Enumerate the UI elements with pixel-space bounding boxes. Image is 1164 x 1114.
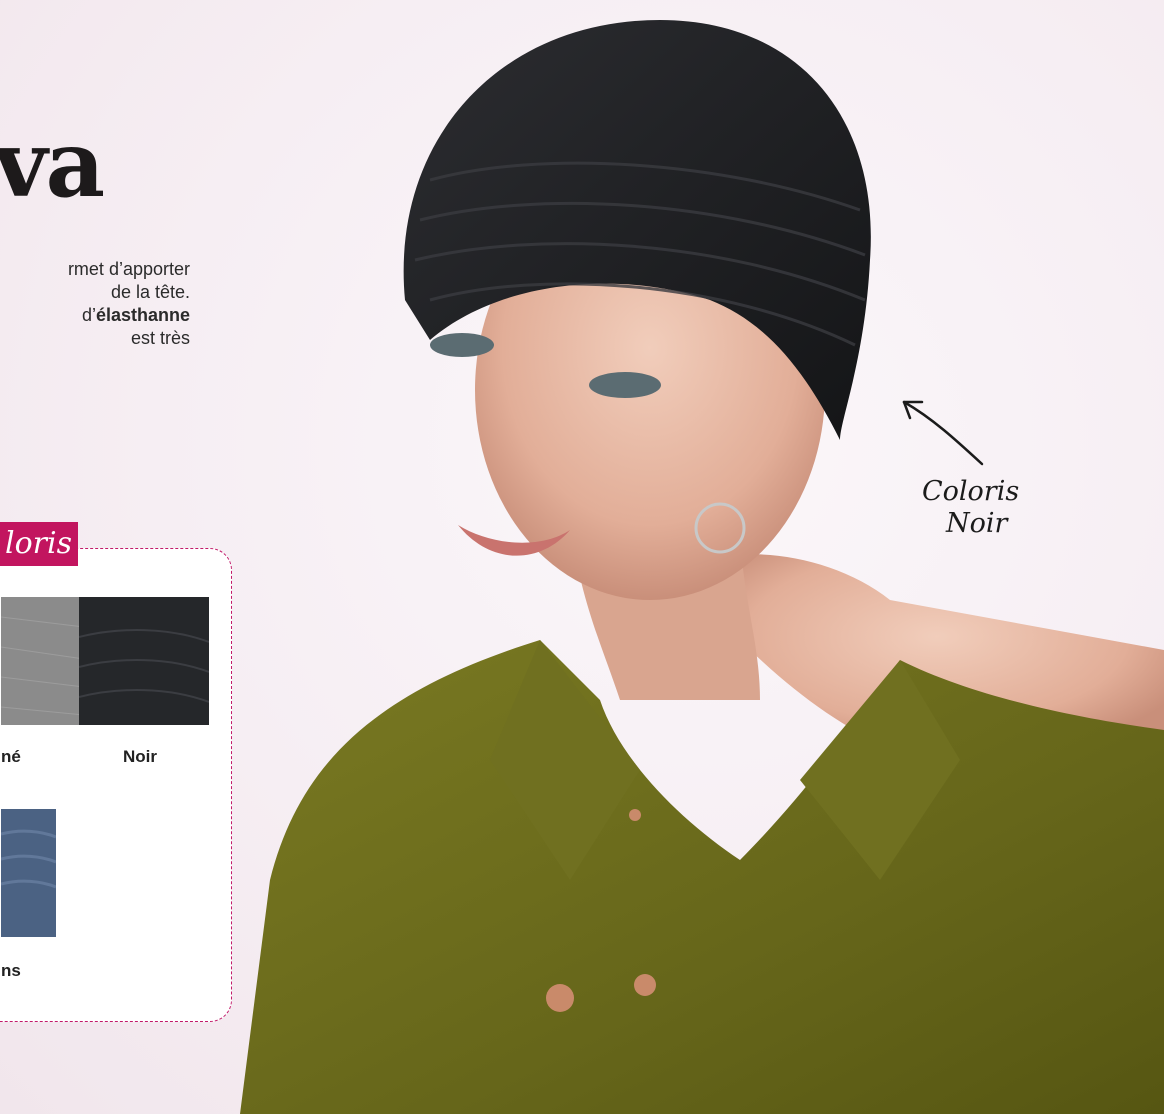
swatch-label-chine: né: [1, 747, 21, 766]
coloris-panel: né Noir ns: [0, 548, 232, 1022]
description-line: d’élasthanne: [0, 304, 190, 327]
product-title: va: [0, 110, 105, 218]
description-line: est très: [130, 328, 190, 348]
swatch-noir[interactable]: [79, 597, 209, 725]
description-text: d’: [81, 305, 96, 325]
coloris-tab: loris: [0, 522, 78, 566]
annotation-line: Coloris: [922, 476, 1020, 507]
swatch-label-noir: Noir: [123, 747, 157, 766]
coloris-annotation: Coloris Noir: [900, 476, 1050, 540]
description-bold: élasthanne: [95, 305, 190, 325]
product-description: rmet d’apporter de la tête. d’élasthanne…: [0, 258, 190, 350]
swatch-label-jeans: ns: [1, 961, 21, 980]
model-photo: [240, 20, 1164, 1114]
description-line: rmet d’apporter: [67, 259, 190, 279]
arrow-icon: [902, 400, 984, 466]
annotation-line: Noir: [946, 508, 1008, 539]
swatch-chine[interactable]: [1, 597, 84, 725]
swatch-jeans[interactable]: [1, 809, 56, 937]
description-line: de la tête.: [110, 282, 190, 302]
